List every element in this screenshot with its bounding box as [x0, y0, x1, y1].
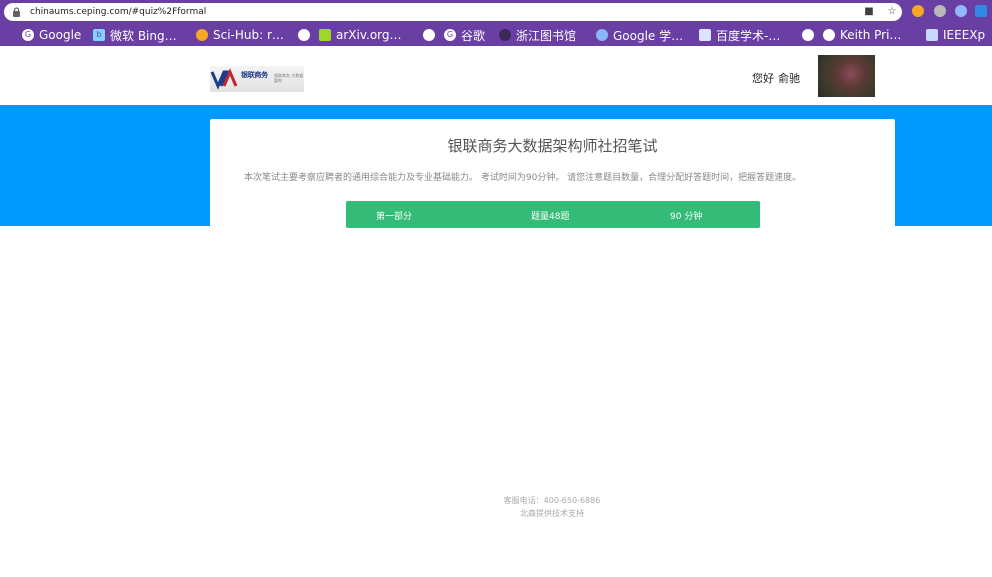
bookmarks-bar: ▸ G Google b 微软 Bing… Sci-Hub: r… arXiv.… — [0, 24, 992, 46]
url-field[interactable]: chinaums.ceping.com/#quiz%2Fformal ■ ☆ — [4, 3, 902, 21]
user-greeting: 您好 俞驰 — [752, 70, 800, 86]
bookmark-item[interactable]: G 谷歌 — [444, 26, 485, 44]
bookmark-label: IEEEXp — [943, 28, 986, 42]
scihub-icon — [196, 29, 208, 41]
bookmark-label: Google — [39, 28, 82, 42]
lock-icon — [13, 7, 20, 17]
globe-icon — [298, 29, 310, 41]
greeting-text: 您好 — [752, 72, 774, 85]
browser-address-bar: chinaums.ceping.com/#quiz%2Fformal ■ ☆ — [0, 0, 992, 24]
bookmark-item[interactable]: Keith Pri… — [823, 26, 901, 44]
library-icon — [499, 29, 511, 41]
bookmark-label: 谷歌 — [461, 28, 486, 43]
site-header: 银联商务 银联商务 大数据架构 您好 俞驰 — [0, 46, 992, 105]
exam-card: 银联商务大数据架构师社招笔试 本次笔试主要考察应聘者的通用综合能力及专业基础能力… — [210, 119, 895, 229]
arxiv-icon — [319, 29, 331, 41]
exam-part-row[interactable]: 第一部分 题量48题 90 分钟 — [346, 201, 760, 228]
globe-icon — [823, 29, 835, 41]
bookmark-item[interactable]: b 微软 Bing… — [93, 26, 177, 44]
bookmark-label: 浙江图书馆 — [516, 28, 577, 43]
logo-text: 银联商务 — [241, 71, 268, 79]
bookmark-item[interactable] — [423, 26, 440, 44]
part-duration: 90 分钟 — [670, 212, 703, 222]
bookmark-label: Sci-Hub: r… — [213, 28, 284, 42]
bookmark-item[interactable]: Sci-Hub: r… — [196, 26, 284, 44]
logo-mark-icon — [210, 68, 238, 90]
bookmark-label: arXiv.org… — [336, 28, 402, 42]
bookmark-label: 微软 Bing… — [110, 28, 177, 43]
page-footer: 客服电话：400-650-6886 北森提供技术支持 — [0, 494, 992, 520]
globe-icon — [802, 29, 814, 41]
bookmark-item[interactable]: G Google — [22, 26, 81, 44]
google-icon: G — [444, 29, 456, 41]
exam-title: 银联商务大数据架构师社招笔试 — [447, 137, 658, 155]
bookmark-label: Keith Pri… — [840, 28, 902, 42]
extension-circle-icon[interactable] — [934, 5, 946, 17]
part-question-count: 题量48题 — [531, 212, 570, 222]
extension-pin-icon[interactable] — [912, 5, 924, 17]
bookmark-item[interactable]: IEEEXp — [926, 26, 985, 44]
logo[interactable]: 银联商务 银联商务 大数据架构 — [210, 66, 304, 92]
bookmark-item[interactable] — [298, 26, 315, 44]
bookmark-item[interactable] — [802, 26, 819, 44]
ieee-icon — [926, 29, 938, 41]
tech-support-text: 北森提供技术支持 — [520, 509, 584, 518]
logo-subtext: 银联商务 大数据架构 — [274, 73, 304, 83]
google-icon: G — [22, 29, 34, 41]
globe-icon — [423, 29, 435, 41]
bookmark-item[interactable]: arXiv.org… — [319, 26, 402, 44]
camera-icon[interactable]: ■ — [863, 6, 875, 18]
bookmark-item[interactable]: 百度学术-… — [699, 26, 780, 44]
bookmark-item[interactable]: 浙江图书馆 — [499, 26, 576, 44]
bookmark-label: Google 学… — [613, 28, 684, 43]
url-text: chinaums.ceping.com/#quiz%2Fformal — [30, 7, 207, 17]
scholar-icon — [596, 29, 608, 41]
bookmark-item[interactable]: Google 学… — [596, 26, 683, 44]
username: 俞驰 — [778, 72, 800, 85]
bing-icon: b — [93, 29, 105, 41]
user-avatar[interactable] — [818, 55, 875, 97]
extension-puzzle-icon[interactable] — [955, 5, 967, 17]
part-name: 第一部分 — [376, 212, 413, 222]
bookmark-label: 百度学术-… — [716, 28, 781, 43]
bookmark-star-icon[interactable]: ☆ — [886, 6, 898, 18]
exam-description: 本次笔试主要考察应聘者的通用综合能力及专业基础能力。 考试时间为90分钟。 请您… — [244, 173, 802, 183]
extension-new-icon[interactable] — [975, 5, 987, 17]
support-phone: 客服电话：400-650-6886 — [503, 496, 601, 505]
baidu-icon — [699, 29, 711, 41]
